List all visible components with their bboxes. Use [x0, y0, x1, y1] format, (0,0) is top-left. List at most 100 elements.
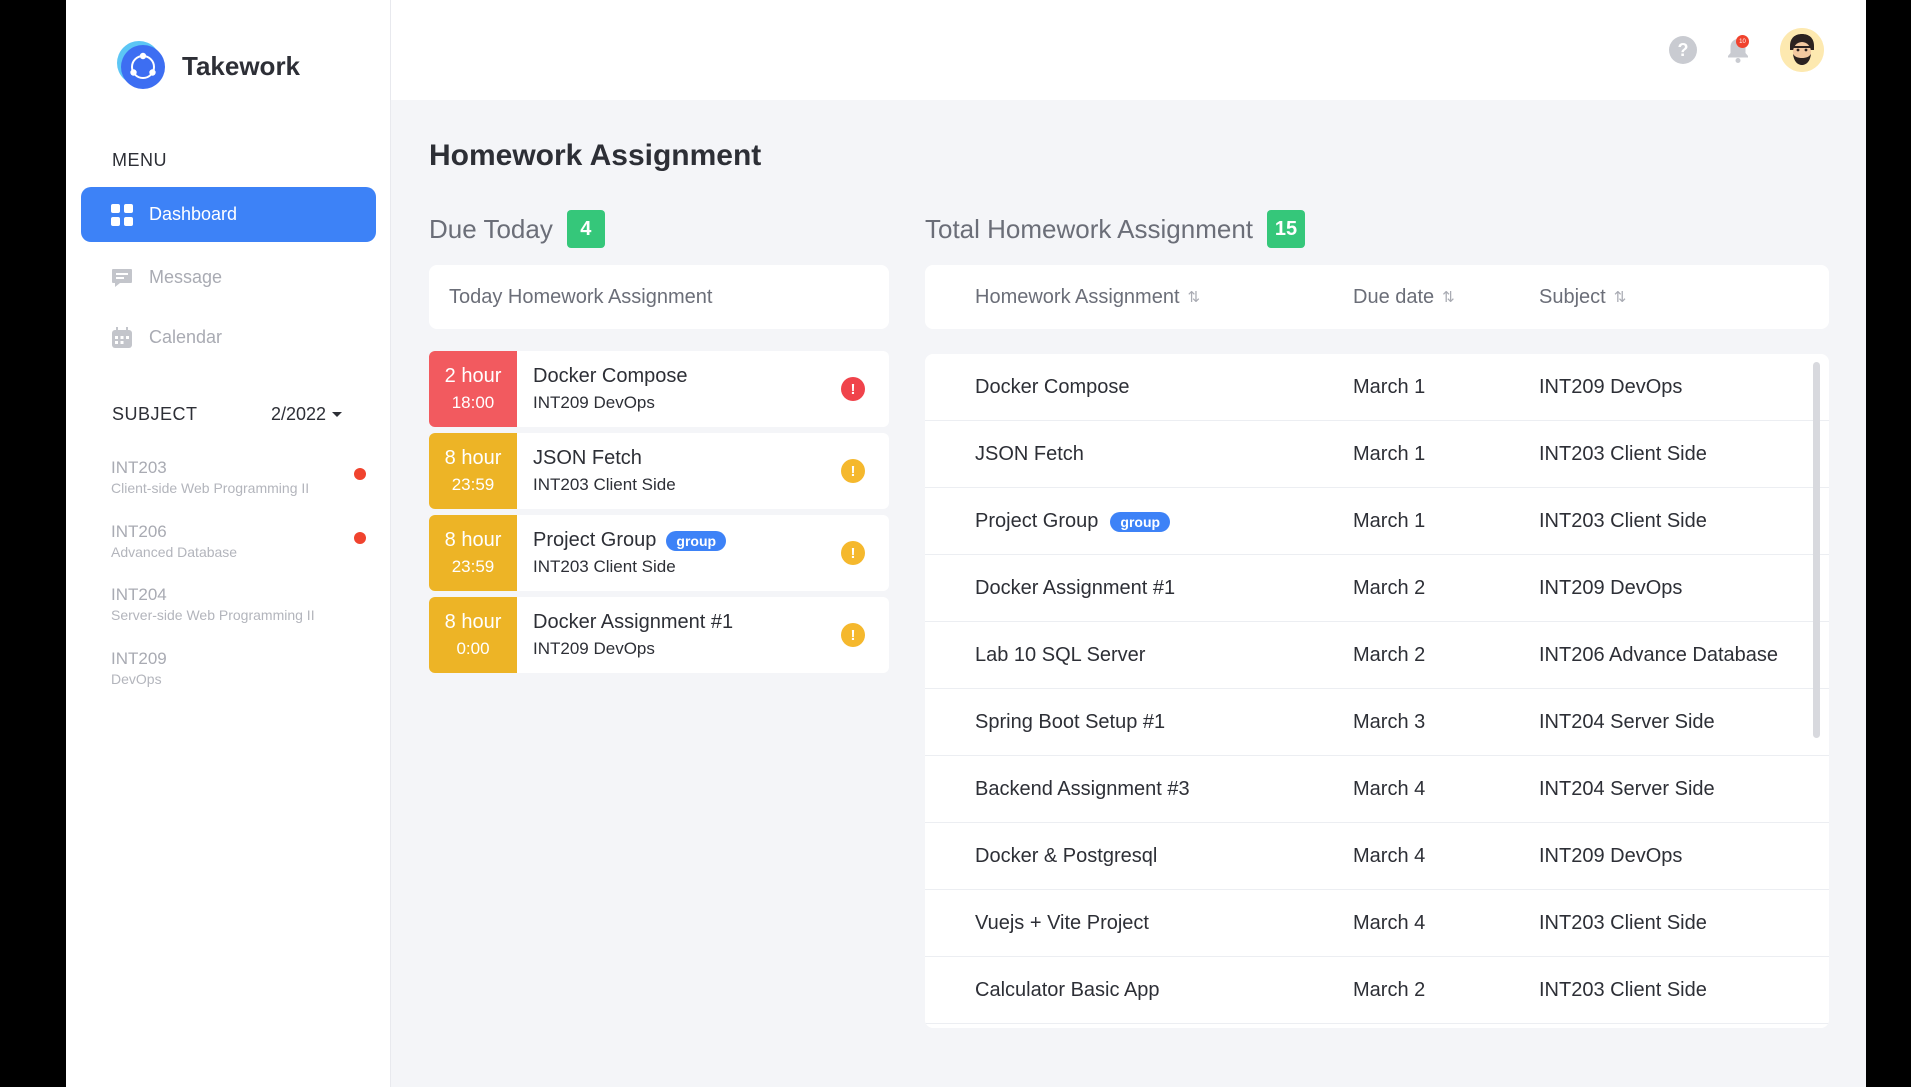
assignment-cell: Docker & Postgresql — [975, 823, 1157, 890]
assignment-cell: Docker Assignment #1 — [975, 555, 1175, 622]
column-label: Subject — [1539, 285, 1606, 308]
subject-name: Advanced Database — [111, 544, 238, 560]
message-icon — [111, 267, 133, 289]
table-scrollbar[interactable] — [1813, 362, 1820, 738]
subject-cell: INT209 DevOps — [1539, 376, 1683, 398]
due-date-cell: March 4 — [1353, 845, 1426, 867]
table-row[interactable]: Lab 10 SQL Server March 2 INT206 Advance… — [925, 622, 1829, 689]
sidebar-item-label: Calendar — [149, 327, 223, 347]
assignment-table: Docker Compose March 1 INT209 DevOps JSO… — [925, 354, 1829, 1028]
group-badge: group — [1110, 511, 1171, 532]
due-title: JSON Fetch — [533, 447, 642, 469]
due-clock: 18:00 — [451, 393, 495, 412]
due-card[interactable]: 8 hour 23:59 Project Group group INT203 … — [429, 515, 889, 591]
due-card[interactable]: 2 hour 18:00 Docker Compose INT209 DevOp… — [429, 351, 889, 427]
help-icon[interactable]: ? — [1669, 36, 1697, 64]
term-value: 2/2022 — [271, 404, 327, 424]
table-row[interactable]: Docker & Postgresql March 4 INT209 DevOp… — [925, 823, 1829, 890]
assignment-name: Calculator Basic App — [975, 979, 1160, 1001]
subject-item-int209[interactable]: INT209 DevOps — [111, 649, 366, 687]
due-body: Docker Compose INT209 DevOps — [517, 351, 889, 427]
column-header-assignment[interactable]: Homework Assignment ⇅ — [975, 286, 1200, 309]
column-header-due-date[interactable]: Due date ⇅ — [1353, 286, 1455, 309]
due-title: Project Group — [533, 529, 657, 551]
due-date-cell: March 1 — [1353, 510, 1426, 532]
assignment-cell: Project Group group — [975, 488, 1171, 555]
due-clock: 23:59 — [451, 475, 495, 494]
due-date-cell: March 4 — [1353, 778, 1426, 800]
due-card[interactable]: 8 hour 23:59 JSON Fetch INT203 Client Si… — [429, 433, 889, 509]
column-label: Due date — [1353, 285, 1435, 308]
sidebar: Takework MENU Dashboard Message Calendar… — [66, 0, 391, 1087]
assignment-name: Docker Compose — [975, 376, 1130, 398]
table-header: Homework Assignment ⇅ Due date ⇅ Subject… — [925, 265, 1829, 329]
assignment-cell: Vuejs + Vite Project — [975, 890, 1149, 957]
assignment-name: Backend Assignment #3 — [975, 778, 1190, 800]
subject-label: SUBJECT — [112, 404, 198, 424]
table-row[interactable]: Docker Compose March 1 INT209 DevOps — [925, 354, 1829, 421]
user-avatar-icon — [1780, 28, 1824, 72]
due-title-row: Docker Assignment #1 — [533, 611, 889, 634]
avatar[interactable] — [1780, 28, 1824, 72]
sort-icon: ⇅ — [1187, 289, 1201, 306]
due-today-count-badge: 4 — [566, 210, 605, 248]
sidebar-item-message[interactable]: Message — [81, 250, 376, 305]
due-subject: INT203 Client Side — [533, 475, 676, 494]
notification-count-badge: 10 — [1736, 35, 1749, 48]
table-row[interactable]: Docker Assignment #1 March 2 INT209 DevO… — [925, 555, 1829, 622]
assignment-cell: Lab 10 SQL Server — [975, 622, 1145, 689]
due-clock: 0:00 — [456, 639, 490, 658]
exclamation-icon: ! — [841, 377, 865, 401]
sidebar-item-label: Dashboard — [149, 204, 238, 224]
table-row[interactable]: Spring Boot Setup #1 March 3 INT204 Serv… — [925, 689, 1829, 756]
exclamation-icon: ! — [841, 541, 865, 565]
due-time-block: 8 hour 0:00 — [429, 597, 517, 673]
sidebar-item-dashboard[interactable]: Dashboard — [81, 187, 376, 242]
sidebar-item-calendar[interactable]: Calendar — [81, 310, 376, 365]
assignment-name: Spring Boot Setup #1 — [975, 711, 1166, 733]
due-hours: 8 hour — [444, 611, 502, 633]
table-row[interactable]: Calculator Basic App March 2 INT203 Clie… — [925, 957, 1829, 1024]
due-hours: 2 hour — [444, 365, 502, 387]
due-card[interactable]: 8 hour 0:00 Docker Assignment #1 INT209 … — [429, 597, 889, 673]
assignment-name: Vuejs + Vite Project — [975, 912, 1149, 934]
subject-item-int204[interactable]: INT204 Server-side Web Programming II — [111, 585, 366, 623]
caret-down-icon — [332, 412, 343, 417]
group-badge: group — [666, 530, 727, 551]
column-header-subject[interactable]: Subject ⇅ — [1539, 286, 1626, 309]
due-title: Docker Compose — [533, 365, 688, 387]
subject-code: INT204 — [111, 585, 167, 604]
subject-name: Server-side Web Programming II — [111, 607, 315, 623]
app-window: Takework MENU Dashboard Message Calendar… — [66, 0, 1866, 1087]
subject-cell: INT204 Server Side — [1539, 711, 1715, 733]
table-row[interactable]: Project Group group March 1 INT203 Clien… — [925, 488, 1829, 555]
subject-cell: INT203 Client Side — [1539, 443, 1707, 465]
sort-icon: ⇅ — [1442, 289, 1455, 306]
assignment-cell: Spring Boot Setup #1 — [975, 689, 1165, 756]
table-row[interactable]: Vuejs + Vite Project March 4 INT203 Clie… — [925, 890, 1829, 957]
table-row[interactable]: JSON Fetch March 1 INT203 Client Side — [925, 421, 1829, 488]
table-row[interactable]: Backend Assignment #3 March 4 INT204 Ser… — [925, 756, 1829, 823]
due-date-cell: March 4 — [1353, 912, 1426, 934]
due-time-block: 8 hour 23:59 — [429, 515, 517, 591]
due-today-heading: Due Today 4 — [429, 210, 605, 248]
sort-icon: ⇅ — [1613, 289, 1627, 306]
calendar-icon — [111, 326, 133, 349]
subject-cell: INT209 DevOps — [1539, 577, 1683, 599]
subject-name: Client-side Web Programming II — [111, 480, 310, 496]
subject-item-int206[interactable]: INT206 Advanced Database — [111, 522, 366, 560]
total-heading: Total Homework Assignment 15 — [925, 210, 1306, 248]
term-dropdown[interactable]: 2/2022 — [271, 404, 343, 425]
due-time-block: 2 hour 18:00 — [429, 351, 517, 427]
subject-item-int203[interactable]: INT203 Client-side Web Programming II — [111, 458, 366, 496]
subject-cell: INT206 Advance Database — [1539, 644, 1779, 666]
subject-cell: INT203 Client Side — [1539, 912, 1707, 934]
due-body: Docker Assignment #1 INT209 DevOps — [517, 597, 889, 673]
subject-code: INT209 — [111, 649, 167, 668]
assignment-cell: JSON Fetch — [975, 421, 1084, 488]
due-subject: INT203 Client Side — [533, 557, 676, 576]
total-title: Total Homework Assignment — [925, 213, 1254, 244]
exclamation-icon: ! — [841, 623, 865, 647]
due-subject: INT209 DevOps — [533, 393, 655, 412]
assignment-name: JSON Fetch — [975, 443, 1084, 465]
